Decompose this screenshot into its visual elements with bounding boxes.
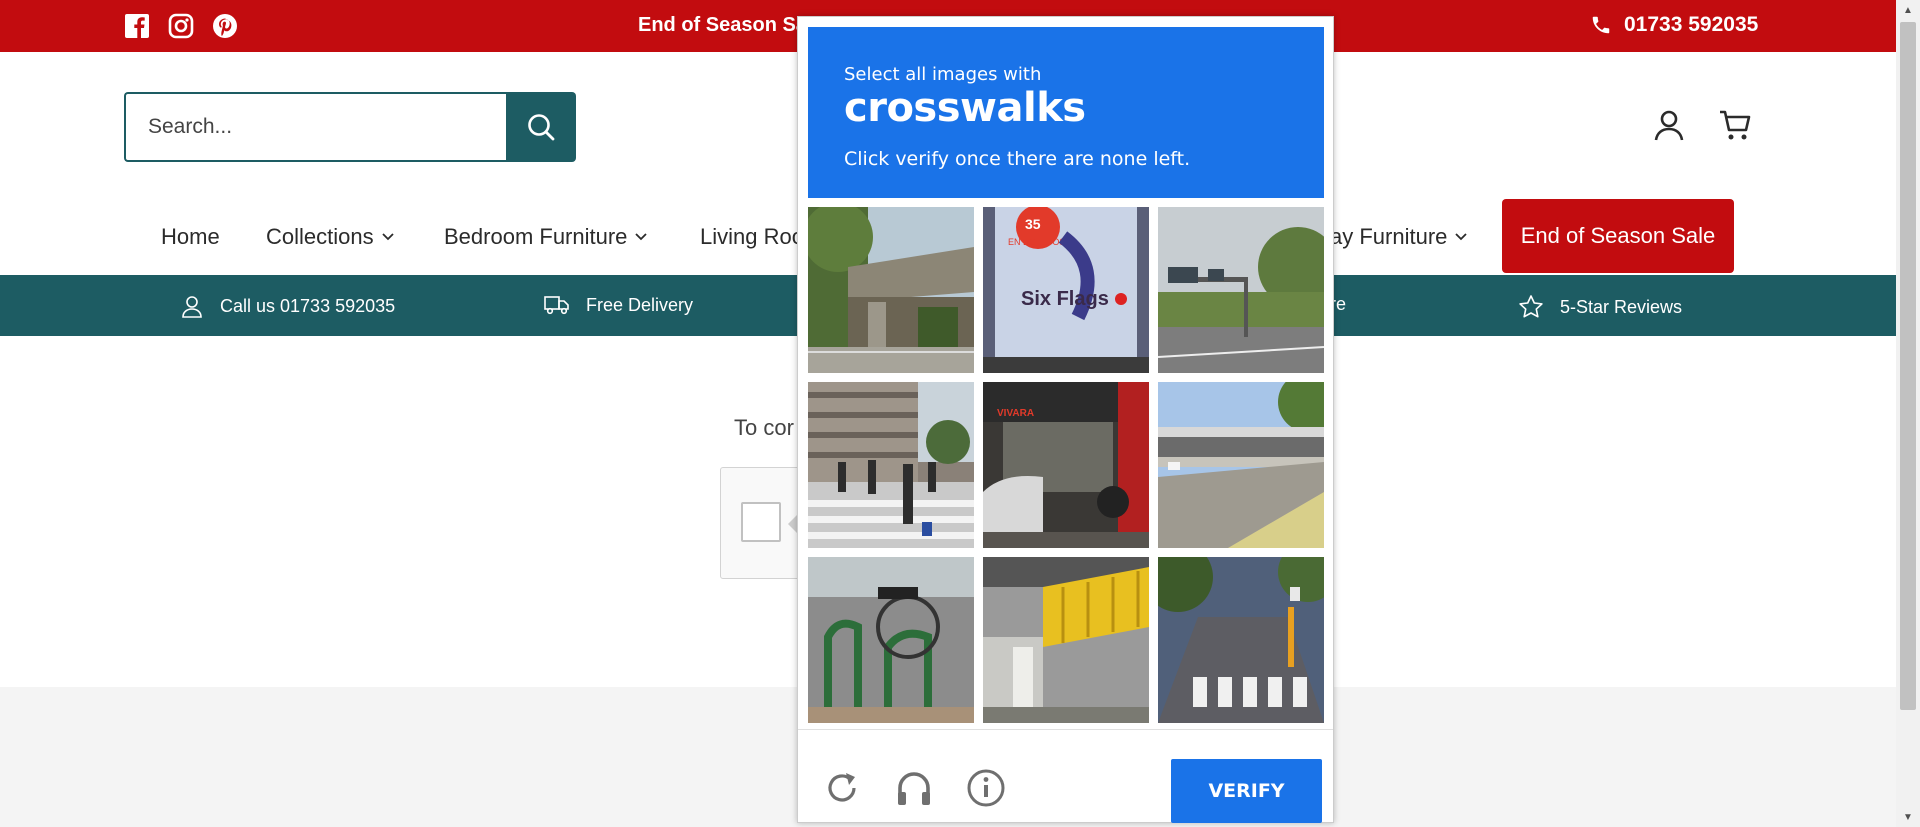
phone-link[interactable]: 01733 592035 bbox=[1590, 13, 1758, 37]
image-grid: 35 EN BOLETOS Six Flags VIVARA bbox=[808, 207, 1324, 723]
nav-label: Living Roo bbox=[700, 224, 804, 249]
verify-button[interactable]: VERIFY bbox=[1171, 759, 1322, 823]
end-of-season-sale-button[interactable]: End of Season Sale bbox=[1502, 199, 1734, 273]
challenge-instruction: Select all images with bbox=[844, 64, 1042, 85]
account-icon[interactable] bbox=[1652, 108, 1686, 142]
challenge-target: crosswalks bbox=[844, 85, 1086, 131]
image-tile[interactable] bbox=[1158, 557, 1324, 723]
image-tile[interactable]: VIVARA bbox=[983, 382, 1149, 548]
chevron-down-icon bbox=[1455, 233, 1468, 241]
search-icon bbox=[528, 114, 555, 141]
verification-message: To cor bbox=[734, 415, 794, 440]
nav-label: Collections bbox=[266, 224, 374, 249]
challenge-subtext: Click verify once there are none left. bbox=[844, 148, 1191, 170]
recaptcha-challenge: Select all images with crosswalks Click … bbox=[797, 16, 1334, 823]
info-icon[interactable] bbox=[966, 768, 1006, 808]
chevron-down-icon bbox=[381, 233, 394, 241]
search-button[interactable] bbox=[506, 92, 576, 162]
nav-label: Home bbox=[161, 224, 220, 249]
facebook-icon[interactable] bbox=[124, 13, 150, 39]
truck-icon bbox=[544, 296, 569, 315]
phone-icon bbox=[1592, 16, 1610, 34]
poster-brand: Six Flags bbox=[1021, 288, 1109, 310]
nav-label: ay Furniture bbox=[1330, 224, 1448, 249]
phone-number: 01733 592035 bbox=[1624, 13, 1759, 36]
page-scrollbar[interactable]: ▲ ▼ bbox=[1896, 0, 1920, 827]
image-tile[interactable] bbox=[1158, 207, 1324, 373]
scroll-thumb[interactable] bbox=[1900, 22, 1916, 710]
usp-label: Call us 01733 592035 bbox=[220, 295, 396, 316]
search-bar bbox=[124, 92, 576, 162]
nav-occasional-furniture[interactable]: ay Furniture bbox=[1330, 224, 1468, 250]
star-icon bbox=[1519, 295, 1543, 318]
search-input[interactable] bbox=[124, 92, 506, 162]
scroll-down-arrow[interactable]: ▼ bbox=[1896, 807, 1920, 827]
image-tile[interactable] bbox=[808, 557, 974, 723]
promo-text[interactable]: End of Season Sa bbox=[638, 14, 807, 37]
instagram-icon[interactable] bbox=[168, 13, 194, 39]
poster-subtext: EN BOLETOS bbox=[1008, 237, 1065, 247]
nav-living-room[interactable]: Living Roo bbox=[700, 224, 804, 250]
nav-collections[interactable]: Collections bbox=[266, 224, 394, 250]
header-actions bbox=[1652, 108, 1752, 142]
usp-label: 5-Star Reviews bbox=[1560, 296, 1683, 317]
nav-home[interactable]: Home bbox=[161, 224, 220, 250]
challenge-footer: VERIFY bbox=[798, 729, 1333, 823]
cart-icon[interactable] bbox=[1718, 108, 1752, 142]
social-links bbox=[124, 13, 238, 39]
reload-icon[interactable] bbox=[822, 768, 862, 808]
recaptcha-checkbox[interactable] bbox=[741, 502, 781, 542]
store-sign: VIVARA bbox=[997, 408, 1034, 419]
pinterest-icon[interactable] bbox=[212, 13, 238, 39]
scroll-up-arrow[interactable]: ▲ bbox=[1896, 0, 1920, 20]
usp-reviews: 5-Star Reviews bbox=[1518, 294, 1682, 320]
nav-bedroom-furniture[interactable]: Bedroom Furniture bbox=[444, 224, 648, 250]
audio-challenge-icon[interactable] bbox=[894, 768, 934, 808]
usp-call[interactable]: Call us 01733 592035 bbox=[180, 294, 395, 318]
challenge-header: Select all images with crosswalks Click … bbox=[808, 27, 1324, 198]
chevron-down-icon bbox=[635, 233, 648, 241]
image-tile[interactable] bbox=[808, 382, 974, 548]
usp-delivery: Free Delivery bbox=[544, 294, 693, 316]
poster-number: 35 bbox=[1025, 216, 1041, 232]
nav-label: Bedroom Furniture bbox=[444, 224, 628, 249]
user-icon bbox=[182, 296, 202, 318]
usp-label: Free Delivery bbox=[586, 294, 694, 315]
image-tile[interactable] bbox=[983, 557, 1149, 723]
image-tile[interactable] bbox=[808, 207, 974, 373]
image-tile[interactable]: 35 EN BOLETOS Six Flags bbox=[983, 207, 1149, 373]
image-tile[interactable] bbox=[1158, 382, 1324, 548]
